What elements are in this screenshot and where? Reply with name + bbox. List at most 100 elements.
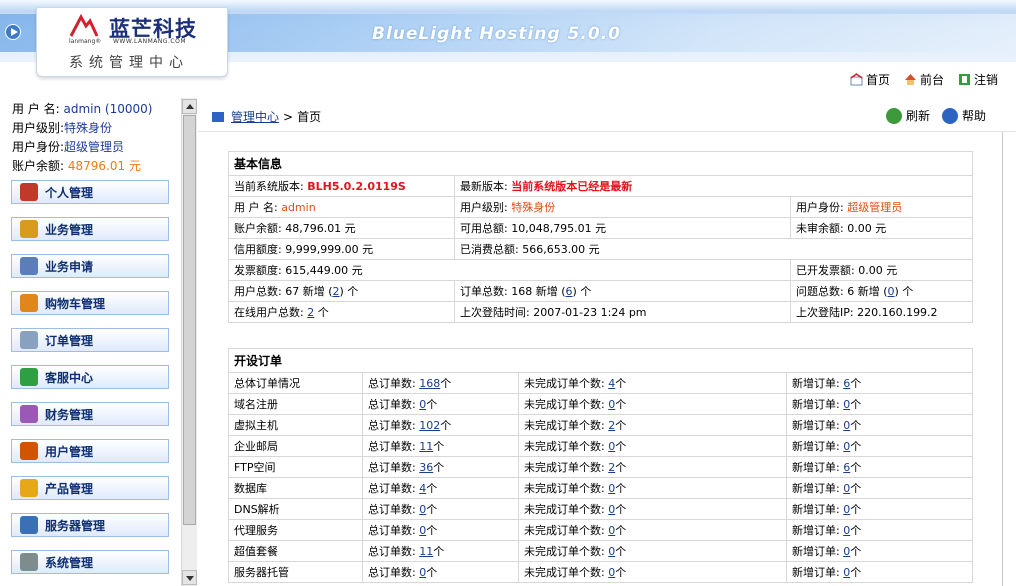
order-total-label: 总订单数: [368,503,416,516]
order-new-cell: 新增订单: 0个 [786,477,973,499]
help-button[interactable]: 帮助 [941,107,986,124]
sidebar-username-label: 用 户 名: [12,102,60,116]
order-new-label: 新增订单: [792,377,840,390]
invoice-limit-cell: 发票额度: 615,449.00 元 [228,259,791,281]
menu-personal[interactable]: 个人管理 [11,180,169,204]
order-type: 服务器托管 [228,561,363,583]
order-total-cell: 总订单数: 4个 [362,477,519,499]
order-row: 代理服务 总订单数: 0个 未完成订单个数: 0个 新增订单: 0个 [228,519,973,541]
unit-label: 个 [615,503,627,516]
menu-apply[interactable]: 业务申请 [11,254,169,278]
order-pending-label: 未完成订单个数: [524,419,605,432]
menu-system[interactable]: 系统管理 [11,550,169,574]
order-total-link[interactable]: 168 [419,377,440,390]
sidebar-scrollbar[interactable] [181,98,197,586]
refresh-button[interactable]: 刷新 [885,107,930,124]
scroll-down-icon[interactable] [182,570,197,585]
order-total-link[interactable]: 11 [419,545,433,558]
users-total-cell: 用户总数: 67 新增 (2) 个 [228,280,455,302]
order-total-link[interactable]: 36 [419,461,433,474]
help-icon [941,107,958,124]
order-pending-cell: 未完成订单个数: 0个 [518,540,787,562]
help-label: 帮助 [961,109,986,123]
order-type: 代理服务 [228,519,363,541]
order-pending-cell: 未完成订单个数: 4个 [518,372,787,394]
person-icon [20,183,38,201]
menu-system-label: 系统管理 [45,555,94,570]
order-pending-cell: 未完成订单个数: 2个 [518,414,787,436]
basic-info-table: 基本信息 当前系统版本: BLH5.0.2.0119S 最新版本: 当前系统版本… [228,151,973,323]
order-pending-label: 未完成订单个数: [524,524,605,537]
scroll-thumb[interactable] [183,115,196,525]
order-new-label: 新增订单: [792,398,840,411]
money-icon [20,405,38,423]
orders-total-suffix: ) 个 [572,285,592,298]
menu-finance[interactable]: 财务管理 [11,402,169,426]
breadcrumb-link[interactable]: 管理中心 [231,108,279,125]
order-new-cell: 新增订单: 6个 [786,456,973,478]
unit-label: 个 [433,440,445,453]
menu-users[interactable]: 用户管理 [11,439,169,463]
identity-cell: 用户身份: 超级管理员 [790,196,973,218]
unit-label: 个 [440,419,452,432]
issues-new-link[interactable]: 0 [888,285,895,298]
unit-label: 个 [433,545,445,558]
menu-finance-label: 财务管理 [45,407,94,422]
orders-total-cell: 订单总数: 168 新增 (6) 个 [454,280,791,302]
order-row: FTP空间 总订单数: 36个 未完成订单个数: 2个 新增订单: 6个 [228,456,973,478]
order-new-cell: 新增订单: 0个 [786,435,973,457]
order-new-cell: 新增订单: 6个 [786,372,973,394]
sidebar-level-label: 用户级别: [12,121,65,135]
unit-label: 个 [615,524,627,537]
top-link-logout-label: 注销 [973,73,998,87]
latest-version-cell: 最新版本: 当前系统版本已经是最新 [454,175,973,197]
play-icon[interactable] [5,24,21,40]
menu-orders-label: 订单管理 [45,333,94,348]
unit-label: 个 [426,398,438,411]
main-scrollbar[interactable] [1002,132,1016,586]
consumed-cell: 已消费总额: 566,653.00 元 [454,238,973,260]
order-total-label: 总订单数: [368,398,416,411]
menu-servers[interactable]: 服务器管理 [11,513,169,537]
order-row: 超值套餐 总订单数: 11个 未完成订单个数: 0个 新增订单: 0个 [228,540,973,562]
order-new-label: 新增订单: [792,503,840,516]
menu-business[interactable]: 业务管理 [11,217,169,241]
sidebar-balance-label: 账户余额: [12,159,65,173]
order-total-label: 总订单数: [368,377,416,390]
order-total-link[interactable]: 11 [419,440,433,453]
latest-label: 最新版本: [460,180,508,193]
order-pending-label: 未完成订单个数: [524,566,605,579]
logo-url: WWW.LANMANG.COM [113,38,187,45]
top-link-logout[interactable]: 注销 [958,71,998,88]
order-row: 域名注册 总订单数: 0个 未完成订单个数: 0个 新增订单: 0个 [228,393,973,415]
username-value: admin [281,201,316,214]
order-new-cell: 新增订单: 0个 [786,540,973,562]
order-total-cell: 总订单数: 168个 [362,372,519,394]
last-login-cell: 上次登陆时间: 2007-01-23 1:24 pm [454,301,791,323]
menu-products[interactable]: 产品管理 [11,476,169,500]
order-total-cell: 总订单数: 0个 [362,561,519,583]
top-link-home[interactable]: 首页 [850,71,890,88]
order-type: 总体订单情况 [228,372,363,394]
order-pending-cell: 未完成订单个数: 0个 [518,393,787,415]
order-total-link[interactable]: 102 [419,419,440,432]
breadcrumb: 管理中心 > 首页 [212,108,321,125]
breadcrumb-sep: > [283,109,294,124]
unit-label: 个 [615,566,627,579]
order-type: 数据库 [228,477,363,499]
top-link-frontend[interactable]: 前台 [904,71,944,88]
users-total-suffix: ) 个 [339,285,359,298]
order-total-cell: 总订单数: 11个 [362,435,519,457]
menu-servers-label: 服务器管理 [45,518,106,533]
breadcrumb-bar: 管理中心 > 首页 刷新 帮助 [198,98,1016,132]
order-new-label: 新增订单: [792,440,840,453]
menu-support[interactable]: 客服中心 [11,365,169,389]
username-cell: 用 户 名: admin [228,196,455,218]
menu-orders[interactable]: 订单管理 [11,328,169,352]
username-label: 用 户 名: [234,201,278,214]
menu-cart[interactable]: 购物车管理 [11,291,169,315]
order-row: 服务器托管 总订单数: 0个 未完成订单个数: 0个 新增订单: 0个 [228,561,973,583]
sidebar-level: 用户级别:特殊身份 [0,119,181,138]
scroll-up-icon[interactable] [182,99,197,114]
unit-label: 个 [850,377,862,390]
